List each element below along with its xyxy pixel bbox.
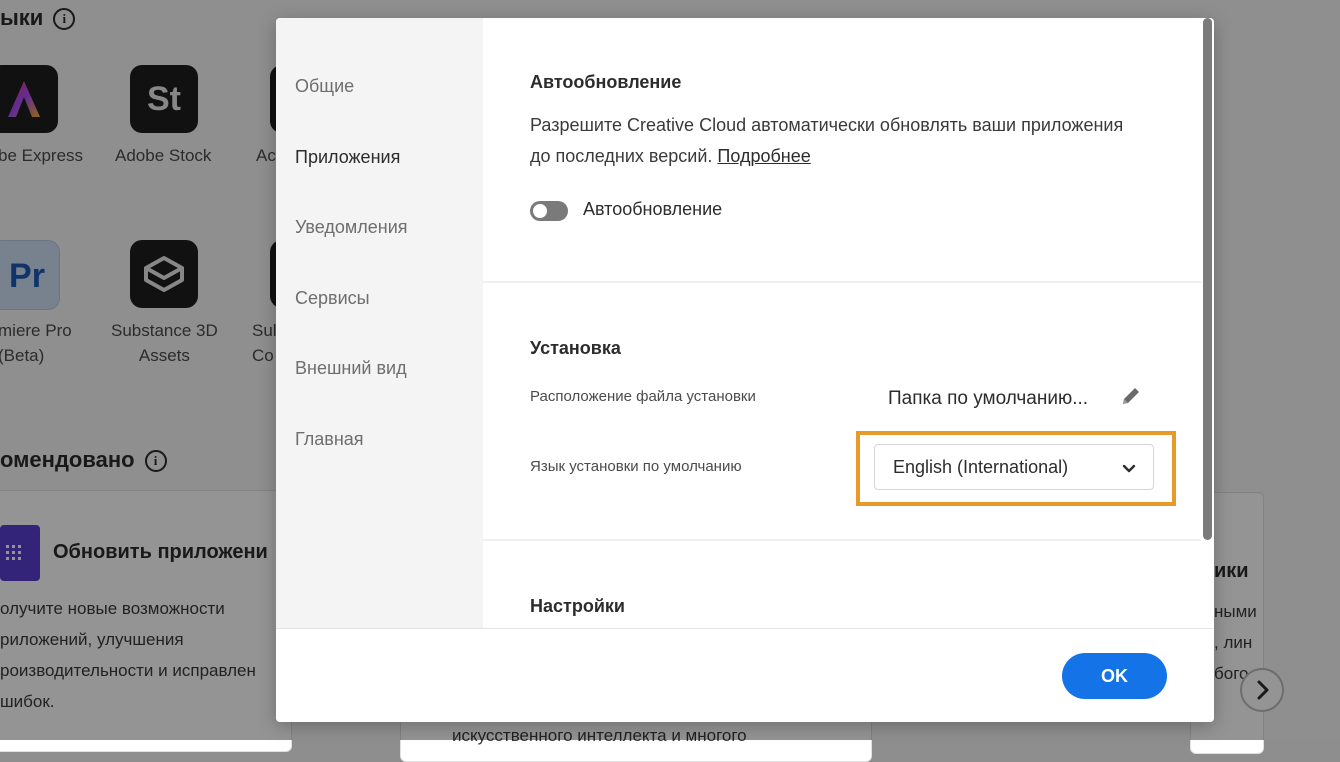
ok-button[interactable]: OK xyxy=(1062,653,1167,699)
settings-section: Настройки xyxy=(483,541,1201,628)
pencil-icon[interactable] xyxy=(1119,384,1143,408)
install-location-value[interactable]: Папка по умолчанию... xyxy=(888,388,1088,410)
learn-more-link[interactable]: Подробнее xyxy=(717,146,810,166)
autoupdate-section: Автообновление Разрешите Creative Cloud … xyxy=(483,18,1201,281)
preferences-dialog: Общие Приложения Уведомления Сервисы Вне… xyxy=(276,18,1214,722)
nav-item-notifications[interactable]: Уведомления xyxy=(295,217,408,238)
autoupdate-description: Разрешите Creative Cloud автоматически о… xyxy=(530,115,1124,166)
install-language-label: Язык установки по умолчанию xyxy=(530,458,742,475)
install-title: Установка xyxy=(530,338,621,358)
nav-item-appearance[interactable]: Внешний вид xyxy=(295,358,407,379)
highlight-frame xyxy=(856,431,1176,506)
nav-item-services[interactable]: Сервисы xyxy=(295,288,370,309)
autoupdate-title: Автообновление xyxy=(530,72,682,92)
nav-item-general[interactable]: Общие xyxy=(295,76,354,97)
settings-title: Настройки xyxy=(530,596,625,616)
nav-item-apps[interactable]: Приложения xyxy=(295,147,400,168)
autoupdate-toggle-label: Автообновление xyxy=(583,199,723,219)
nav-item-home[interactable]: Главная xyxy=(295,429,364,450)
dialog-footer: OK xyxy=(276,628,1214,722)
preferences-content: Автообновление Разрешите Creative Cloud … xyxy=(483,18,1201,628)
content-scrollbar[interactable] xyxy=(1203,18,1212,540)
toggle-knob xyxy=(533,204,547,218)
install-location-label: Расположение файла установки xyxy=(530,388,756,405)
autoupdate-toggle[interactable] xyxy=(530,201,568,221)
preferences-nav: Общие Приложения Уведомления Сервисы Вне… xyxy=(276,18,483,628)
